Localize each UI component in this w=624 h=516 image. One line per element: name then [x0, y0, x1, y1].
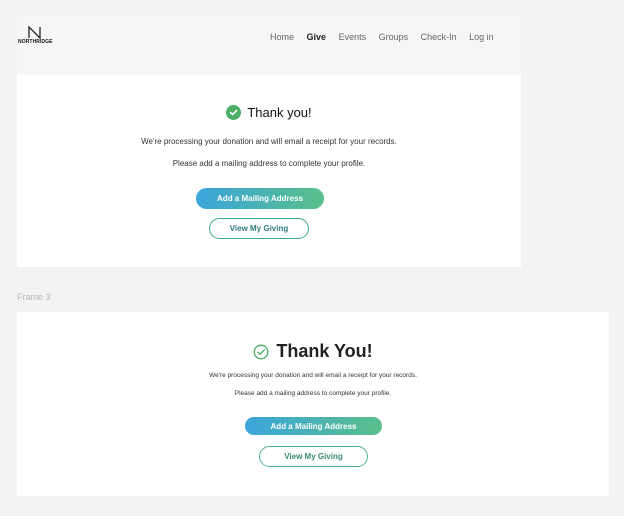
thank-you-heading: Thank you! [17, 105, 521, 120]
nav-give[interactable]: Give [307, 32, 327, 42]
address-prompt: Please add a mailing address to complete… [234, 390, 392, 397]
thank-you-text-large: Thank You! [276, 341, 373, 361]
nav-links: Home Give Events Groups Check-In Log in [270, 32, 504, 42]
add-mailing-address-button[interactable]: Add a Mailing Address [196, 188, 324, 209]
nav-groups[interactable]: Groups [379, 32, 409, 42]
logo-n-icon [28, 26, 41, 39]
thank-you-text: Thank you! [247, 105, 312, 120]
view-my-giving-button[interactable]: View My Giving [209, 218, 309, 239]
address-prompt: Please add a mailing address to complete… [172, 159, 366, 168]
check-circle-icon [226, 105, 242, 120]
view-my-giving-button[interactable]: View My Giving [259, 446, 368, 467]
northridge-logo[interactable]: NORTHRIDGE [18, 26, 58, 48]
thank-you-heading-large: Thank You! [17, 341, 609, 362]
nav-home[interactable]: Home [270, 32, 294, 42]
logo-text: NORTHRIDGE [18, 39, 53, 45]
frame-1: NORTHRIDGE Home Give Events Groups Check… [17, 16, 521, 267]
check-circle-outline-icon [253, 344, 269, 360]
add-mailing-address-button[interactable]: Add a Mailing Address [245, 417, 382, 435]
nav-events[interactable]: Events [339, 32, 367, 42]
top-nav: NORTHRIDGE Home Give Events Groups Check… [17, 16, 521, 75]
nav-check-in[interactable]: Check-In [421, 32, 457, 42]
frame-label: Frame 3 [17, 292, 51, 302]
frame-3: Thank You! We're processing your donatio… [17, 312, 609, 496]
nav-log-in[interactable]: Log in [469, 32, 494, 42]
processing-message: We're processing your donation and will … [209, 372, 417, 379]
processing-message: We're processing your donation and will … [141, 137, 397, 146]
